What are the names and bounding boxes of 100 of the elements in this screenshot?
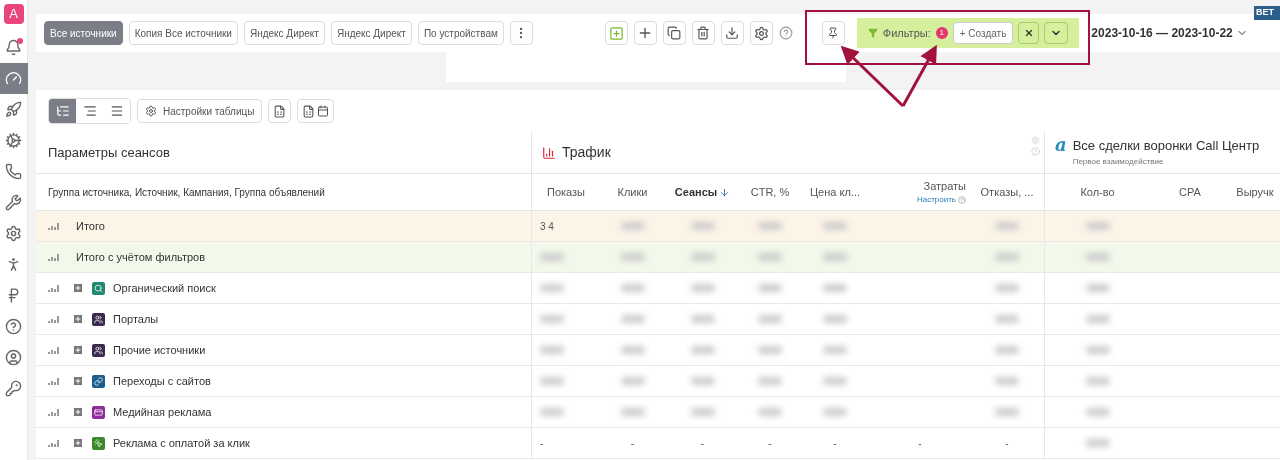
copy-icon xyxy=(667,26,682,40)
cell-value: - xyxy=(918,436,922,451)
group-title: Параметры сеансов xyxy=(48,143,170,162)
settings-icon xyxy=(753,25,769,41)
app-logo[interactable]: A xyxy=(3,4,24,24)
row-label: Реклама с оплатой за клик xyxy=(113,435,250,451)
settings-icon xyxy=(5,225,22,242)
bar-chart-icon xyxy=(542,145,556,160)
excel-export-button[interactable] xyxy=(268,99,292,123)
settings-button[interactable] xyxy=(749,21,773,45)
help-icon[interactable] xyxy=(778,26,793,40)
user-circle-icon xyxy=(5,349,22,366)
phone-icon xyxy=(5,163,22,180)
download-button[interactable] xyxy=(720,21,744,45)
copy-button[interactable] xyxy=(662,21,686,45)
column-header[interactable]: Цена кл... xyxy=(810,183,860,201)
date-range-picker[interactable]: 2023-10-16 — 2023-10-22 xyxy=(1091,24,1248,42)
column-header[interactable]: Отказы, ... xyxy=(980,183,1034,201)
cell-value: 3 4 xyxy=(540,219,554,234)
sort-arrow-icon xyxy=(719,186,731,198)
filter-icon xyxy=(867,28,878,38)
row-label: Органический поиск xyxy=(113,280,216,296)
spreadsheet-icon xyxy=(302,104,316,118)
report-tab[interactable]: Копия Все источники xyxy=(128,21,238,45)
expand-icon[interactable] xyxy=(72,344,84,356)
column-header[interactable]: Клики xyxy=(617,183,648,201)
row-label: Прочие источники xyxy=(113,342,206,358)
cell-value: - xyxy=(768,436,772,451)
expand-icon[interactable] xyxy=(72,313,84,325)
gauge-icon xyxy=(5,70,22,87)
settings-icon xyxy=(145,105,157,117)
column-header[interactable]: CTR, % xyxy=(750,183,790,201)
help-icon xyxy=(5,318,22,335)
expand-icon[interactable] xyxy=(72,282,84,294)
clear-filter-button[interactable] xyxy=(1018,22,1040,44)
column-header[interactable]: Показы xyxy=(547,183,585,201)
cell-value: - xyxy=(540,436,544,451)
mini-chart-icon[interactable] xyxy=(48,252,60,262)
add-button[interactable] xyxy=(633,21,657,45)
view-mode-button[interactable] xyxy=(49,99,76,123)
pin-button[interactable] xyxy=(821,21,845,45)
column-header[interactable]: Затраты xyxy=(923,177,966,195)
expand-filter-button[interactable] xyxy=(1044,22,1069,44)
row-label: Переходы с сайтов xyxy=(113,373,211,389)
close-icon xyxy=(1023,28,1034,38)
column-header[interactable]: Выручк xyxy=(1236,183,1274,201)
filters-label: Фильтры: xyxy=(882,25,931,41)
calendar-icon xyxy=(317,105,330,117)
column-header[interactable]: Сеансы xyxy=(674,183,731,201)
report-tab[interactable]: Все источники xyxy=(44,21,123,45)
expand-icon[interactable] xyxy=(72,437,84,449)
indent-view-icon xyxy=(82,104,97,118)
sidebar-item[interactable] xyxy=(0,63,28,94)
funnel-logo-icon: a xyxy=(1055,136,1067,154)
column-header[interactable]: Группа источника, Источник, Кампания, Группа объявлений xyxy=(48,184,325,200)
configure-link[interactable]: Настроить xyxy=(916,194,956,207)
create-filter-button[interactable]: + Создать xyxy=(952,22,1014,44)
mini-chart-icon[interactable] xyxy=(48,407,60,417)
cogs-icon xyxy=(5,132,22,149)
scheduled-export-button[interactable] xyxy=(297,99,335,123)
expand-icon[interactable] xyxy=(72,375,84,387)
spreadsheet-icon xyxy=(273,104,287,118)
cell-value: - xyxy=(833,436,837,451)
group-subtitle: Первое взаимодействие xyxy=(1072,155,1165,168)
column-header[interactable]: Кол-во xyxy=(1080,183,1115,201)
flat-view-icon xyxy=(109,104,124,118)
group-title: Трафик xyxy=(562,143,611,162)
download-icon xyxy=(725,26,740,40)
filter-count-badge: 1 xyxy=(935,27,948,39)
trash-icon xyxy=(696,26,711,40)
wrench-icon xyxy=(5,194,22,211)
mini-chart-icon[interactable] xyxy=(48,314,60,324)
rocket-icon xyxy=(5,101,22,118)
expand-icon[interactable] xyxy=(72,406,84,418)
row-label: Итого с учётом фильтров xyxy=(76,249,206,265)
tree-view-icon xyxy=(55,104,70,118)
report-tab[interactable]: По устройствам xyxy=(417,21,504,45)
table-settings-button[interactable]: Настройки таблицы xyxy=(137,99,263,123)
cell-value: - xyxy=(1005,436,1009,451)
pin-icon xyxy=(827,27,840,39)
beta-badge: BET xyxy=(1254,6,1280,20)
cell-value: - xyxy=(700,436,705,451)
mini-chart-icon[interactable] xyxy=(48,221,60,231)
add-report-icon xyxy=(608,25,624,41)
row-label: Итого xyxy=(76,218,105,234)
cell-value: - xyxy=(630,436,635,451)
group-title: Все сделки воронки Call Центр xyxy=(1072,137,1260,155)
column-header[interactable]: CPA xyxy=(1179,183,1201,201)
mini-chart-icon[interactable] xyxy=(48,345,60,355)
delete-button[interactable] xyxy=(691,21,715,45)
table-cell xyxy=(1230,211,1280,242)
mini-chart-icon[interactable] xyxy=(48,376,60,386)
row-label: Порталы xyxy=(113,311,159,327)
mini-chart-icon[interactable] xyxy=(48,283,60,293)
mini-chart-icon[interactable] xyxy=(48,438,60,448)
report-tab[interactable]: Яндекс Директ xyxy=(330,21,412,45)
bell-icon xyxy=(5,39,22,56)
key-icon xyxy=(5,380,22,397)
report-tab[interactable]: Яндекс Директ xyxy=(243,21,325,45)
row-label: Медийная реклама xyxy=(113,404,212,420)
